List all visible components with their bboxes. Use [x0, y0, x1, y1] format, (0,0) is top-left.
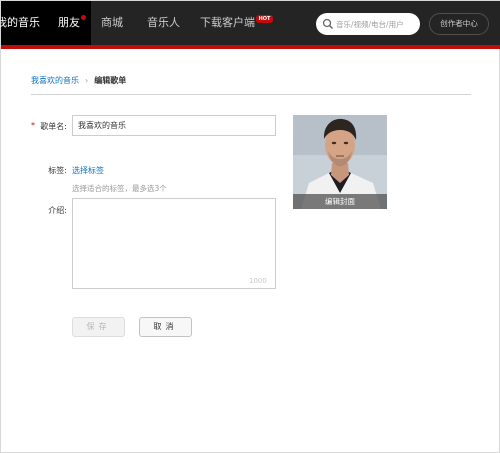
breadcrumb-parent-link[interactable]: 我喜欢的音乐	[31, 76, 79, 85]
nav-my-music[interactable]: 我的音乐	[1, 1, 47, 45]
tags-hint: 选择适合的标签，最多选3个	[72, 184, 167, 193]
breadcrumb: 我喜欢的音乐 › 编辑歌单	[31, 75, 126, 86]
cancel-button[interactable]: 取消	[139, 317, 192, 337]
nav-friends[interactable]: 朋友	[47, 1, 91, 45]
top-nav-bar: 我的音乐 朋友 商城 音乐人 下载客户端 HOT 创作者中心	[1, 1, 500, 45]
nav-my-music-label: 我的音乐	[1, 16, 40, 29]
search-icon	[322, 18, 334, 30]
save-button[interactable]: 保存	[72, 317, 125, 337]
nav-store[interactable]: 商城	[101, 1, 123, 45]
select-tags-link[interactable]: 选择标签	[72, 165, 104, 176]
playlist-name-label: 歌单名:	[40, 122, 67, 131]
notification-dot	[81, 15, 86, 20]
hot-badge: HOT	[256, 15, 273, 23]
description-label: 介绍:	[48, 206, 67, 215]
breadcrumb-current: 编辑歌单	[94, 76, 127, 85]
playlist-name-input[interactable]	[72, 115, 276, 136]
divider	[31, 94, 471, 95]
tags-label: 标签:	[48, 166, 67, 175]
creator-center-button[interactable]: 创作者中心	[429, 13, 489, 35]
playlist-cover[interactable]: 编辑封面	[293, 115, 387, 209]
nav-accent-line	[1, 45, 500, 49]
edit-cover-label[interactable]: 编辑封面	[293, 194, 387, 209]
nav-download-client[interactable]: 下载客户端	[200, 1, 255, 45]
char-counter: 1000	[249, 277, 267, 285]
search-input[interactable]	[336, 16, 416, 32]
description-textarea[interactable]	[72, 198, 276, 289]
search-box[interactable]	[316, 13, 420, 35]
nav-musician[interactable]: 音乐人	[147, 1, 180, 45]
chevron-right-icon: ›	[85, 76, 89, 85]
